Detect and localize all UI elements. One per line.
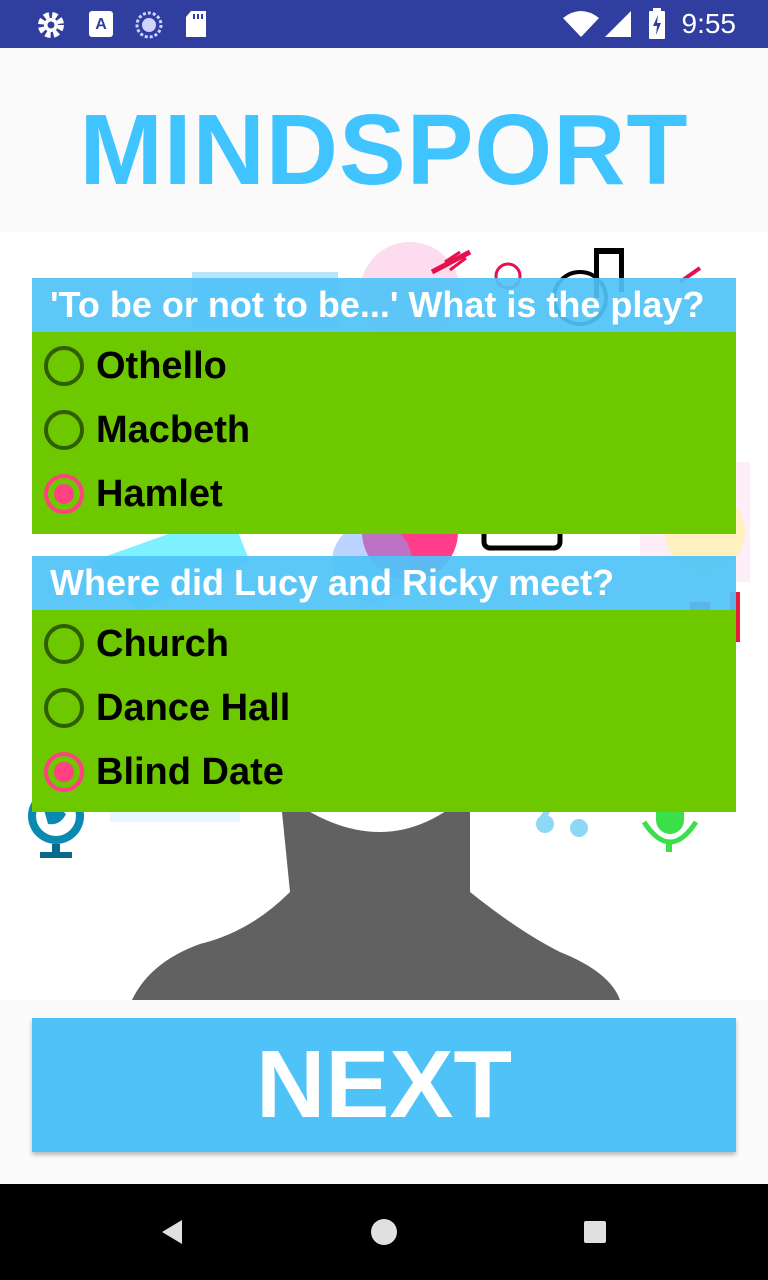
answer-options: Othello Macbeth Hamlet <box>32 332 736 534</box>
question-card-2: Where did Lucy and Ricky meet? Church Da… <box>32 556 736 812</box>
signal-icon <box>605 11 631 37</box>
sync-circle-icon <box>135 11 163 39</box>
bottom-area: NEXT <box>0 1000 768 1184</box>
next-button[interactable]: NEXT <box>32 1018 736 1152</box>
status-time: 9:55 <box>681 8 737 39</box>
app-title: MINDSPORT <box>79 94 689 206</box>
sd-card-icon <box>186 11 206 37</box>
question-text: 'To be or not to be...' What is the play… <box>32 278 736 332</box>
option-label: Macbeth <box>96 408 251 451</box>
option-macbeth[interactable]: Macbeth <box>32 398 736 462</box>
question-text: Where did Lucy and Ricky meet? <box>32 556 736 610</box>
option-label: Hamlet <box>96 472 223 515</box>
option-label: Church <box>96 622 229 665</box>
radio-button[interactable] <box>44 688 84 728</box>
answer-options: Church Dance Hall Blind Date <box>32 610 736 812</box>
navigation-bar <box>0 1184 768 1280</box>
recents-icon[interactable] <box>583 1220 607 1244</box>
radio-button[interactable] <box>44 624 84 664</box>
option-label: Dance Hall <box>96 686 291 729</box>
svg-text:A: A <box>95 16 107 33</box>
home-icon[interactable] <box>370 1218 398 1246</box>
option-church[interactable]: Church <box>32 612 736 676</box>
status-bar: A 9:55 <box>0 0 768 48</box>
gear-icon <box>38 12 64 38</box>
option-dance-hall[interactable]: Dance Hall <box>32 676 736 740</box>
option-label: Blind Date <box>96 750 284 793</box>
font-a-icon: A <box>89 11 113 37</box>
option-label: Othello <box>96 344 227 387</box>
option-blind-date[interactable]: Blind Date <box>32 740 736 804</box>
wifi-icon <box>563 11 599 37</box>
radio-button-selected[interactable] <box>44 474 84 514</box>
battery-charging-icon <box>649 8 665 39</box>
question-card-1: 'To be or not to be...' What is the play… <box>32 278 736 534</box>
back-icon[interactable] <box>158 1218 186 1246</box>
option-othello[interactable]: Othello <box>32 334 736 398</box>
radio-button-selected[interactable] <box>44 752 84 792</box>
option-hamlet[interactable]: Hamlet <box>32 462 736 526</box>
radio-button[interactable] <box>44 410 84 450</box>
radio-button[interactable] <box>44 346 84 386</box>
header: MINDSPORT <box>0 48 768 232</box>
